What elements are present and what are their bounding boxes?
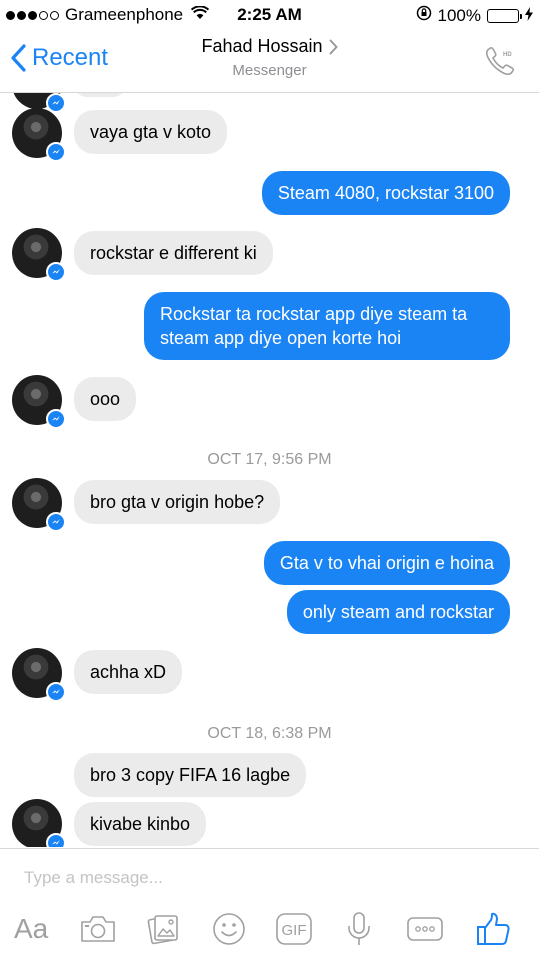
text-button[interactable]: Aa <box>14 907 48 951</box>
avatar[interactable] <box>12 228 66 282</box>
incoming-message[interactable]: rockstar e different ki <box>74 231 273 275</box>
incoming-message[interactable]: bro 3 copy FIFA 16 lagbe <box>74 753 307 797</box>
avatar[interactable] <box>12 478 66 532</box>
avatar[interactable] <box>12 799 66 847</box>
composer-toolbar: Aa GIF <box>0 907 539 951</box>
outgoing-message[interactable]: Gta v to vhai origin e hoina <box>263 541 510 585</box>
battery-percent: 100% <box>437 5 481 25</box>
messenger-badge-icon <box>46 833 66 847</box>
avatar[interactable] <box>12 108 66 162</box>
like-button[interactable] <box>474 907 512 951</box>
timestamp-divider: OCT 17, 9:56 PM <box>207 451 332 468</box>
conversation-title[interactable]: Fahad Hossain Messenger <box>0 36 539 79</box>
battery-info: 100% <box>416 5 533 26</box>
gif-icon: GIF <box>276 913 312 945</box>
contact-name: Fahad Hossain <box>201 36 323 56</box>
timestamp-divider: OCT 18, 6:38 PM <box>207 725 332 742</box>
smiley-icon <box>213 913 245 945</box>
incoming-message[interactable]: ooo <box>74 377 137 421</box>
more-button[interactable] <box>406 907 444 951</box>
messenger-badge-icon <box>46 512 66 532</box>
microphone-icon <box>348 912 370 945</box>
more-icon <box>407 917 443 941</box>
photo-button[interactable] <box>146 907 182 951</box>
charging-icon <box>525 6 533 26</box>
camera-button[interactable] <box>80 907 116 951</box>
hd-call-button[interactable]: HD <box>483 44 517 83</box>
chevron-right-icon <box>329 39 338 54</box>
avatar[interactable] <box>12 648 66 702</box>
outgoing-message[interactable]: only steam and rockstar <box>286 590 510 634</box>
incoming-message[interactable]: vaya gta v koto <box>74 110 228 154</box>
messenger-badge-icon <box>46 262 66 282</box>
camera-icon <box>81 916 115 942</box>
message-bubble-partial <box>74 93 126 97</box>
message-input[interactable] <box>22 859 506 897</box>
incoming-message[interactable]: achha xD <box>74 650 183 694</box>
gif-label: GIF <box>282 922 307 939</box>
voice-button[interactable] <box>346 907 372 951</box>
gif-button[interactable]: GIF <box>275 907 313 951</box>
avatar[interactable] <box>12 375 66 429</box>
phone-icon: HD <box>485 47 514 76</box>
outgoing-message[interactable]: Steam 4080, rockstar 3100 <box>261 171 510 215</box>
contact-subtitle: Messenger <box>232 62 307 79</box>
incoming-message[interactable]: bro gta v origin hobe? <box>74 480 281 524</box>
message-thread[interactable]: vaya gta v koto Steam 4080, rockstar 310… <box>0 93 539 847</box>
composer: Aa GIF <box>0 848 539 961</box>
hd-badge: HD <box>503 52 512 58</box>
status-bar: Grameenphone 2:25 AM 100% <box>0 0 539 30</box>
navigation-bar: Recent Fahad Hossain Messenger HD <box>0 30 539 93</box>
sticker-button[interactable] <box>212 907 246 951</box>
incoming-message[interactable]: kivabe kinbo <box>74 802 207 846</box>
messenger-badge-icon <box>46 409 66 429</box>
messenger-badge-icon <box>46 93 66 113</box>
battery-icon <box>487 8 522 23</box>
messenger-badge-icon <box>46 682 66 702</box>
orientation-lock-icon <box>416 5 432 26</box>
thumbs-up-icon <box>477 912 510 945</box>
photos-icon <box>147 915 178 945</box>
avatar[interactable] <box>12 93 66 113</box>
messenger-badge-icon <box>46 142 66 162</box>
outgoing-message[interactable]: Rockstar ta rockstar app diye steam ta s… <box>144 292 510 360</box>
